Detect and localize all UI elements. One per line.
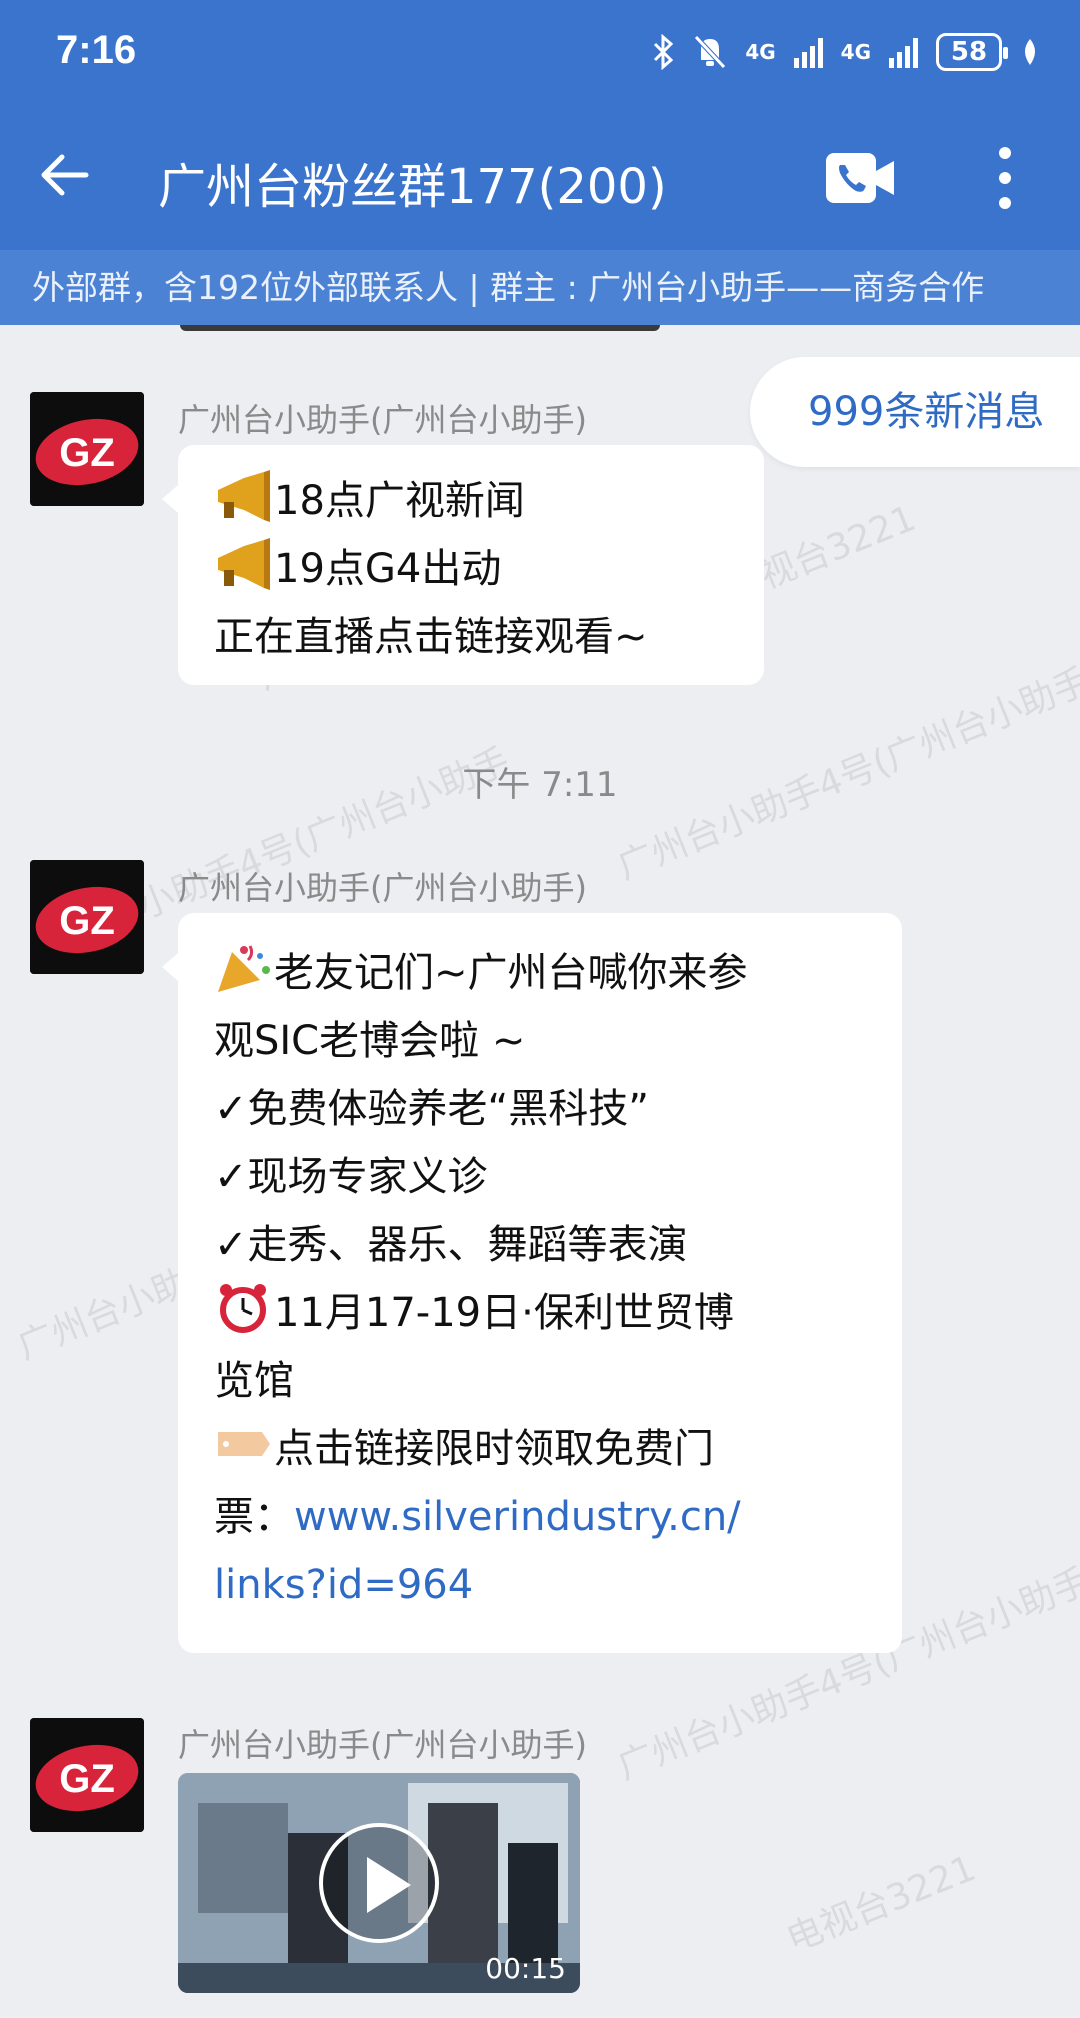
sender-name: 广州台小助手(广州台小助手): [178, 1726, 587, 1764]
more-options-icon[interactable]: [990, 145, 1020, 211]
call-icon[interactable]: [826, 153, 898, 203]
megaphone-icon: [218, 470, 270, 522]
chat-area[interactable]: 广州台小助手4号(广州台小助手 电视台3221 广州台小助手4号(广州台小助手 …: [0, 325, 1080, 2018]
link[interactable]: links?id=964: [214, 1551, 866, 1619]
bluetooth-icon: [654, 34, 674, 70]
message-line: 观SIC老博会啦 ~: [214, 1018, 526, 1064]
leaf-icon: [1025, 39, 1035, 65]
signal-icon-2: [889, 36, 918, 68]
link[interactable]: www.silverindustry.cn/: [294, 1494, 741, 1540]
party-popper-icon: [218, 945, 270, 992]
watermark: 电视台3221: [780, 1847, 982, 1961]
group-info-bar[interactable]: 外部群，含192位外部联系人 | 群主 : 广州台小助手——商务合作: [0, 250, 1080, 325]
message-line: 正在直播点击链接观看~: [214, 614, 648, 660]
alarm-clock-icon: [220, 1284, 266, 1333]
message-line: ✓免费体验养老“黑科技”: [214, 1086, 649, 1132]
new-messages-button[interactable]: 999条新消息: [750, 357, 1080, 467]
gz-logo-icon: GZ: [30, 860, 144, 974]
message-bubble[interactable]: 18点广视新闻 19点G4出动 正在直播点击链接观看~: [162, 445, 764, 685]
network-label-1: 4G: [745, 40, 776, 64]
avatar[interactable]: GZ: [30, 860, 144, 974]
back-arrow-icon[interactable]: [36, 145, 96, 205]
status-bar: 7:16 4G 4G 58: [0, 0, 1080, 105]
battery-icon: 58: [936, 33, 1008, 71]
play-icon[interactable]: [319, 1823, 439, 1943]
chat-title: 广州台粉丝群177(200): [158, 159, 667, 215]
gz-logo-icon: GZ: [30, 392, 144, 506]
svg-text:GZ: GZ: [59, 899, 115, 943]
video-duration: 00:15: [485, 1952, 566, 1985]
svg-text:GZ: GZ: [59, 431, 115, 475]
message-line: 19点G4出动: [214, 535, 728, 603]
message-line: 点击链接限时领取免费门: [214, 1415, 866, 1483]
status-icons: 4G 4G 58: [653, 30, 1040, 74]
message-line: 老友记们~广州台喊你来参: [214, 939, 866, 1007]
svg-text:GZ: GZ: [59, 1757, 115, 1801]
message-line: 18点广视新闻: [214, 467, 728, 535]
ticket-tag-icon: [218, 1432, 270, 1456]
network-label-2: 4G: [840, 40, 871, 64]
message-line: 11月17-19日·保利世贸博: [214, 1279, 866, 1347]
app-bar: 广州台粉丝群177(200): [0, 105, 1080, 250]
message-line: ✓走秀、器乐、舞蹈等表演: [214, 1222, 688, 1268]
message-timestamp: 下午 7:11: [462, 765, 618, 805]
video-message[interactable]: 00:15: [178, 1773, 580, 1993]
previous-message-edge: [180, 325, 660, 331]
gz-logo-icon: GZ: [30, 1718, 144, 1832]
sender-name: 广州台小助手(广州台小助手): [178, 401, 587, 439]
message-line: 览馆: [214, 1358, 294, 1404]
avatar[interactable]: GZ: [30, 392, 144, 506]
message-bubble[interactable]: 老友记们~广州台喊你来参 观SIC老博会啦 ~ ✓免费体验养老“黑科技” ✓现场…: [162, 913, 902, 1653]
sender-name: 广州台小助手(广州台小助手): [178, 869, 587, 907]
status-time: 7:16: [56, 28, 137, 72]
megaphone-icon: [218, 538, 270, 590]
signal-icon-1: [793, 36, 823, 68]
battery-level: 58: [950, 37, 988, 67]
message-line: 票：www.silverindustry.cn/: [214, 1494, 741, 1540]
message-line: ✓现场专家义诊: [214, 1154, 488, 1200]
avatar[interactable]: GZ: [30, 1718, 144, 1832]
mute-bell-icon: [694, 35, 727, 69]
